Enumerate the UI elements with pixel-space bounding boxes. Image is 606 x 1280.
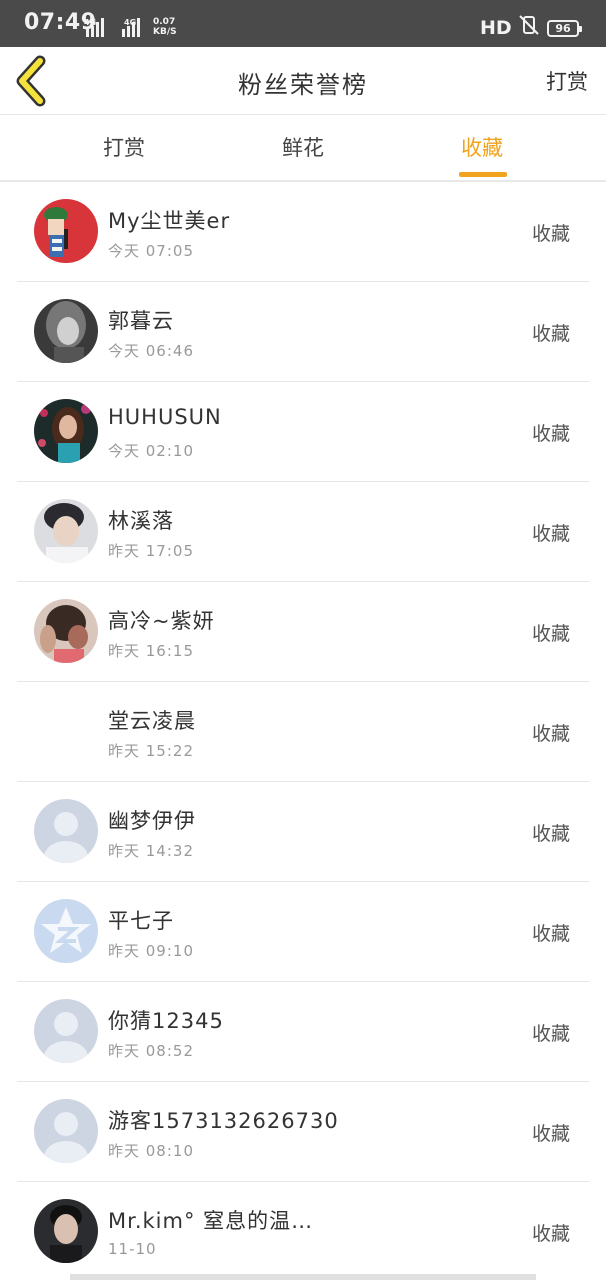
list-item[interactable]: 幽梦伊伊 昨天 14:32 收藏 — [0, 782, 606, 882]
tab-favorites[interactable]: 收藏 — [432, 132, 532, 162]
reward-button[interactable]: 打赏 — [546, 66, 588, 96]
avatar[interactable] — [34, 499, 98, 563]
user-name: 高冷~紫妍 — [108, 609, 215, 633]
network-speed: 0.07 KB/S — [153, 17, 177, 37]
list-item[interactable]: 林溪落 昨天 17:05 收藏 — [0, 482, 606, 582]
avatar[interactable] — [34, 1199, 98, 1263]
action-label: 收藏 — [531, 623, 570, 645]
list-item[interactable]: Mr.kim° 窒息的温… 11-10 收藏 — [0, 1182, 606, 1280]
timestamp: 昨天 08:10 — [108, 1142, 194, 1160]
action-label: 收藏 — [531, 923, 570, 945]
list-item[interactable]: 你猜12345 昨天 08:52 收藏 — [0, 982, 606, 1082]
timestamp: 今天 07:05 — [108, 242, 194, 260]
tab-flowers[interactable]: 鲜花 — [253, 132, 353, 162]
timestamp: 昨天 14:32 — [108, 842, 194, 860]
list-item[interactable]: 游客15731326267​30 昨天 08:10 收藏 — [0, 1082, 606, 1182]
list-item[interactable]: 郭暮云 今天 06:46 收藏 — [0, 282, 606, 382]
user-name: 林溪落 — [108, 509, 174, 533]
action-label: 收藏 — [531, 523, 570, 545]
qzone-star-icon[interactable] — [34, 899, 98, 963]
list-item[interactable]: My尘世美er 今天 07:05 收藏 — [0, 182, 606, 282]
action-label: 收藏 — [531, 823, 570, 845]
list-item[interactable]: 堂云凌晨 昨天 15:22 收藏 — [0, 682, 606, 782]
avatar[interactable] — [34, 699, 98, 763]
user-name: 平七子 — [108, 909, 174, 933]
avatar[interactable] — [34, 299, 98, 363]
action-label: 收藏 — [531, 323, 570, 345]
scroll-indicator — [70, 1274, 536, 1280]
vibrate-mute-icon — [518, 14, 540, 40]
default-avatar-icon[interactable] — [34, 799, 98, 863]
action-label: 收藏 — [531, 1123, 570, 1145]
hd-voice-indicator: HD — [480, 17, 512, 39]
user-name: 幽梦伊伊 — [108, 809, 196, 833]
avatar[interactable] — [34, 199, 98, 263]
user-name: My尘世美er — [108, 209, 231, 233]
default-avatar-icon[interactable] — [34, 999, 98, 1063]
list-item[interactable]: 平七子 昨天 09:10 收藏 — [0, 882, 606, 982]
user-name: HUHUSUN — [108, 405, 222, 429]
app-header: 粉丝荣誉榜 打赏 — [0, 47, 606, 115]
timestamp: 昨天 15:22 — [108, 742, 194, 760]
default-avatar-icon[interactable] — [34, 1099, 98, 1163]
action-label: 收藏 — [531, 223, 570, 245]
user-name: 郭暮云 — [108, 309, 174, 333]
action-label: 收藏 — [531, 723, 570, 745]
tab-bar: 打赏 鲜花 收藏 — [0, 116, 606, 182]
tab-reward[interactable]: 打赏 — [74, 132, 174, 162]
list-item[interactable]: HUHUSUN 今天 02:10 收藏 — [0, 382, 606, 482]
status-bar: 07:49 4G 4G 0.07 KB/S HD 96 — [0, 0, 606, 47]
list-item[interactable]: 高冷~紫妍 昨天 16:15 收藏 — [0, 582, 606, 682]
timestamp: 今天 02:10 — [108, 442, 194, 460]
timestamp: 昨天 17:05 — [108, 542, 194, 560]
timestamp: 昨天 16:15 — [108, 642, 194, 660]
user-name: 游客15731326267​30 — [108, 1109, 339, 1133]
page-title: 粉丝荣誉榜 — [238, 71, 368, 99]
action-label: 收藏 — [531, 1023, 570, 1045]
timestamp: 11-10 — [108, 1240, 157, 1258]
user-name: Mr.kim° 窒息的温… — [108, 1209, 314, 1233]
action-label: 收藏 — [531, 423, 570, 445]
active-tab-indicator — [459, 172, 507, 177]
avatar[interactable] — [34, 399, 98, 463]
timestamp: 昨天 08:52 — [108, 1042, 194, 1060]
user-name: 你猜12345 — [108, 1009, 224, 1033]
signal-strength-icon — [86, 17, 104, 37]
action-label: 收藏 — [531, 1223, 570, 1245]
battery-icon: 96 — [547, 20, 582, 37]
timestamp: 昨天 09:10 — [108, 942, 194, 960]
timestamp: 今天 06:46 — [108, 342, 194, 360]
user-name: 堂云凌晨 — [108, 709, 196, 733]
signal-strength-icon — [122, 17, 140, 37]
avatar[interactable] — [34, 599, 98, 663]
fan-list: My尘世美er 今天 07:05 收藏 郭暮云 今天 06:46 收藏 HUHU… — [0, 182, 606, 1280]
